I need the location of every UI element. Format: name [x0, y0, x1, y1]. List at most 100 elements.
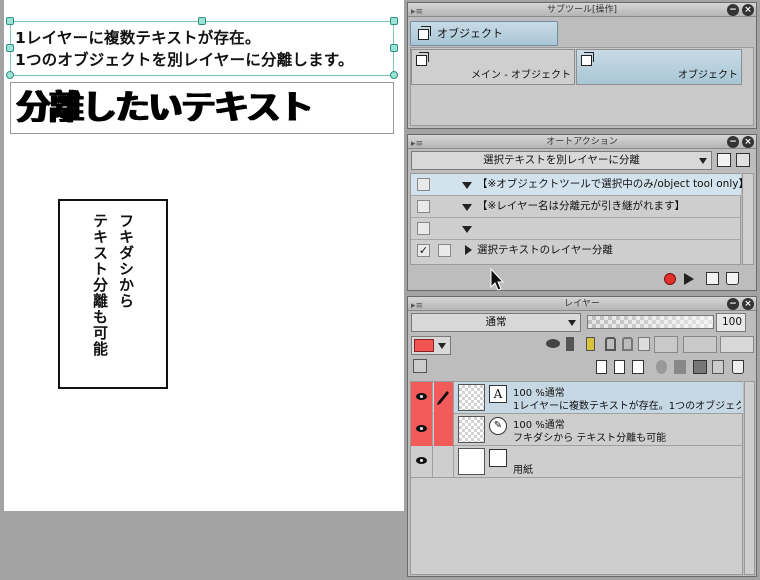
ruler-display-icon[interactable] [654, 336, 678, 353]
panel-grip-icon[interactable]: ▸≡ [411, 299, 423, 313]
visibility-toggle[interactable] [411, 414, 433, 446]
text-layer-icon: A [489, 385, 507, 403]
layer-lock-toggle[interactable] [434, 414, 454, 446]
layer-row[interactable]: 用紙 [411, 446, 743, 478]
layer-color-swatch [414, 339, 434, 352]
resize-handle-tr[interactable] [390, 17, 398, 25]
auto-action-row[interactable]: ✓ 選択テキストのレイヤー分離 [411, 240, 741, 262]
enable-checkbox[interactable] [417, 222, 430, 235]
eye-icon [416, 393, 427, 400]
clip-layer-icon[interactable] [546, 339, 560, 348]
balloon-text-col2: テキスト分離も可能 [91, 213, 109, 357]
record-icon[interactable] [664, 273, 676, 285]
subtool-group-label: オブジェクト [437, 27, 503, 40]
minimize-icon[interactable]: − [727, 298, 739, 310]
new-action-icon[interactable] [717, 153, 731, 167]
layer-panel-title[interactable]: ▸≡ レイヤー − × [408, 297, 756, 311]
subtool-item-main-object[interactable]: メイン - オブジェクト [411, 49, 575, 85]
enable-checkbox[interactable]: ✓ [417, 244, 430, 257]
resize-handle-ml[interactable] [6, 44, 14, 52]
auto-action-row[interactable]: 【※レイヤー名は分離元が引き継がれます】 [411, 196, 741, 218]
expand-down-icon[interactable] [462, 226, 472, 233]
title-text-object: 分離したいテキスト [16, 88, 313, 128]
apply-mask-icon[interactable] [712, 360, 724, 374]
subtool-list: メイン - オブジェクト オブジェクト [410, 47, 754, 126]
create-mask-icon[interactable] [693, 360, 707, 374]
layer-row[interactable]: A 100 %通常 1レイヤーに複数テキストが存在。1つのオブジェクトを別レイヤ… [411, 382, 743, 414]
expand-down-icon[interactable] [462, 182, 472, 189]
auto-action-step-text: 【※オブジェクトツールで選択中のみ/object tool only】 [477, 178, 749, 190]
resize-handle-br[interactable] [390, 71, 398, 79]
blend-mode-label: 通常 [485, 316, 507, 328]
panel-grip-icon[interactable]: ▸≡ [411, 137, 423, 151]
subtool-panel-title[interactable]: ▸≡ サブツール[操作] − × [408, 3, 756, 17]
layer-list: A 100 %通常 1レイヤーに複数テキストが存在。1つのオブジェクトを別レイヤ… [410, 381, 743, 575]
close-icon[interactable]: × [742, 136, 754, 148]
resize-handle-tc[interactable] [198, 17, 206, 25]
blend-mode-select[interactable]: 通常 [411, 313, 581, 332]
subtool-item-object[interactable]: オブジェクト [576, 49, 742, 85]
enable-checkbox[interactable] [417, 178, 430, 191]
close-icon[interactable]: × [742, 298, 754, 310]
subtool-item-label: メイン - オブジェクト [471, 70, 571, 81]
duplicate-action-icon[interactable] [706, 272, 719, 285]
layer-panel: ▸≡ レイヤー − × 通常 100 A 100 %通常 1レイヤーに複数テキス… [407, 296, 757, 577]
reference-layer-icon[interactable] [566, 337, 574, 351]
layer-thumbnail [458, 416, 485, 443]
resize-handle-bl[interactable] [6, 71, 14, 79]
selected-text-object: 1レイヤーに複数テキストが存在。 1つのオブジェクトを別レイヤーに分離します。 [15, 27, 397, 71]
panel-grip-icon[interactable]: ▸≡ [411, 5, 423, 19]
object-tool-icon [415, 52, 430, 66]
transfer-down-icon[interactable] [656, 360, 667, 374]
chevron-down-icon [568, 320, 576, 326]
new-vector-layer-icon[interactable] [614, 360, 625, 374]
color-display-icon[interactable] [720, 336, 754, 353]
auto-action-name: 選択テキストのレイヤー分離 [477, 244, 613, 256]
dialog-checkbox[interactable] [438, 244, 451, 257]
trash-icon[interactable] [726, 272, 739, 285]
opacity-slider[interactable] [587, 315, 714, 329]
minimize-icon[interactable]: − [727, 4, 739, 16]
expand-right-icon[interactable] [465, 245, 472, 255]
new-folder-icon[interactable] [632, 360, 644, 374]
opacity-value[interactable]: 100 [716, 313, 746, 332]
close-icon[interactable]: × [742, 4, 754, 16]
mask-enable-icon[interactable] [638, 337, 650, 351]
layer-row[interactable]: ✎ 100 %通常 フキダシから テキスト分離も可能 [411, 414, 743, 446]
auto-action-controls [662, 271, 752, 287]
resize-handle-tl[interactable] [6, 17, 14, 25]
auto-action-panel-title[interactable]: ▸≡ オートアクション − × [408, 135, 756, 149]
new-raster-layer-icon[interactable] [596, 360, 607, 374]
subtool-item-label: オブジェクト [678, 70, 738, 81]
auto-action-scrollbar[interactable] [742, 173, 754, 265]
layer-title-label: レイヤー [564, 299, 600, 309]
auto-action-set-label: 選択テキストを別レイヤーに分離 [483, 154, 640, 166]
expand-down-icon[interactable] [462, 204, 472, 211]
subtool-title-label: サブツール[操作] [546, 5, 618, 15]
layer-color-select[interactable] [411, 336, 451, 355]
auto-action-row[interactable] [411, 218, 741, 240]
enable-checkbox[interactable] [417, 200, 430, 213]
subtool-group-tab[interactable]: オブジェクト [410, 21, 558, 46]
layer-lock-toggle[interactable] [434, 382, 454, 414]
trash-icon[interactable] [732, 360, 744, 374]
ruler-range-icon[interactable] [683, 336, 717, 353]
object-tool-icon [580, 52, 595, 66]
lock-icon[interactable] [605, 337, 616, 351]
draft-layer-icon[interactable] [586, 337, 595, 351]
action-settings-icon[interactable] [736, 153, 750, 167]
visibility-toggle[interactable] [411, 446, 433, 478]
layer-lock-toggle[interactable] [434, 446, 454, 478]
chevron-down-icon [438, 343, 446, 349]
auto-action-row[interactable]: 【※オブジェクトツールで選択中のみ/object tool only】 [411, 174, 749, 196]
minimize-icon[interactable]: − [727, 136, 739, 148]
auto-action-title-label: オートアクション [546, 137, 618, 147]
visibility-toggle[interactable] [411, 382, 433, 414]
layer-scrollbar[interactable] [744, 381, 755, 575]
layer-stack-icon[interactable] [413, 359, 427, 373]
merge-down-icon[interactable] [674, 360, 686, 374]
auto-action-set-select[interactable]: 選択テキストを別レイヤーに分離 [411, 151, 712, 170]
play-icon[interactable] [684, 273, 694, 285]
balloon-layer-icon: ✎ [489, 417, 507, 435]
lock-alpha-icon[interactable] [622, 337, 633, 351]
